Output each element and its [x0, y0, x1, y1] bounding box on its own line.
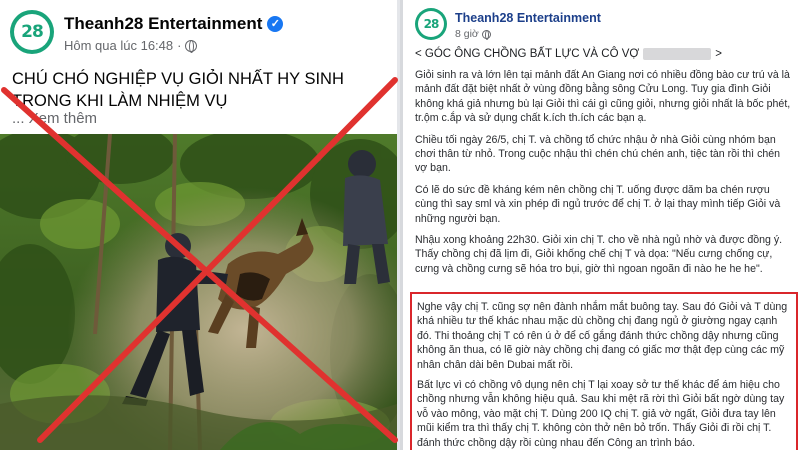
globe-icon	[481, 29, 491, 40]
post-timestamp[interactable]: Hôm qua lúc 16:48	[64, 38, 173, 53]
post-title: CHÚ CHÓ NGHIỆP VỤ GIỎI NHẤT HY SINH TRON…	[12, 70, 344, 110]
highlighted-section: Nghe vậy chị T. cũng sợ nên đành nhắm mắ…	[410, 292, 798, 450]
avatar-logo-small: 28	[418, 11, 444, 37]
right-post: 28 Theanh28 Entertainment 8 giờ < GÓC ÔN…	[400, 0, 800, 450]
post-photo[interactable]	[0, 134, 397, 450]
avatar-text: 28	[21, 22, 44, 42]
body-paragraph: Nhậu xong khoảng 22h30. Giỏi xin chị T. …	[415, 234, 783, 275]
avatar-logo: 28	[14, 14, 50, 50]
body-paragraph: Có lẽ do sức đề kháng kém nên chồng chị …	[415, 183, 781, 225]
police-dog-photo	[0, 134, 397, 450]
post-heading: < GÓC ÔNG CHỒNG BẤT LỰC VÀ CÔ VỢ >	[415, 48, 722, 60]
post-timestamp-small[interactable]: 8 giờ	[455, 28, 479, 40]
redacted-name	[643, 48, 712, 60]
avatar-text-small: 28	[423, 17, 440, 31]
verified-badge-icon: ✓	[267, 16, 284, 32]
body-paragraph: Giỏi sinh ra và lớn lên tại mảnh đất An …	[415, 69, 791, 125]
left-post: 28 Theanh28 Entertainment ✓ Hôm qua lúc …	[0, 0, 397, 450]
post-body: Giỏi sinh ra và lớn lên tại mảnh đất An …	[415, 68, 795, 283]
meta-separator: ·	[177, 38, 182, 53]
post-meta-small: 8 giờ	[455, 28, 491, 40]
highlight-paragraph: Bất lực vì có chồng vô dụng nên chị T lạ…	[417, 379, 785, 449]
post-meta: Hôm qua lúc 16:48 ·	[64, 38, 198, 53]
highlight-paragraph: Nghe vậy chị T. cũng sợ nên đành nhắm mắ…	[417, 301, 788, 371]
body-paragraph: Chiều tối ngày 26/5, chị T. và chồng tổ …	[415, 133, 781, 175]
heading-prefix: < GÓC ÔNG CHỒNG BẤT LỰC VÀ CÔ VỢ	[415, 48, 640, 60]
heading-suffix: >	[715, 48, 722, 60]
page-avatar-small[interactable]: 28	[415, 8, 447, 40]
page-avatar[interactable]: 28	[10, 10, 54, 54]
page-name-row: Theanh28 Entertainment ✓	[64, 14, 284, 34]
see-more-link[interactable]: ... Xem thêm	[12, 110, 97, 127]
page-name[interactable]: Theanh28 Entertainment	[64, 14, 262, 34]
page-name-small[interactable]: Theanh28 Entertainment	[455, 11, 601, 25]
globe-icon	[185, 39, 198, 53]
